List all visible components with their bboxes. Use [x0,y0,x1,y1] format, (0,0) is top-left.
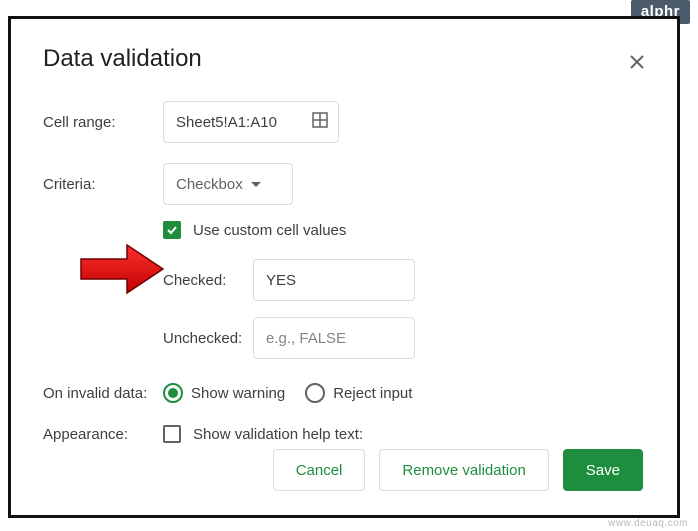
cell-range-row: Cell range: Sheet5!A1:A10 [43,101,643,143]
data-validation-dialog: Data validation Cell range: Sheet5!A1:A1… [8,16,680,518]
criteria-row: Criteria: Checkbox [43,163,643,205]
radio-reject-input[interactable]: Reject input [305,383,412,403]
close-button[interactable] [623,49,651,77]
annotation-arrow-icon [79,243,165,295]
dialog-footer: Cancel Remove validation Save [273,449,643,491]
appearance-label: Appearance: [43,426,163,443]
radio-show-warning-label: Show warning [191,385,285,402]
unchecked-input[interactable] [253,317,415,359]
radio-reject-input-label: Reject input [333,385,412,402]
unchecked-label: Unchecked: [163,330,253,347]
on-invalid-row: On invalid data: Show warning Reject inp… [43,383,643,403]
grid-select-icon[interactable] [312,112,328,132]
criteria-dropdown[interactable]: Checkbox [163,163,293,205]
criteria-label: Criteria: [43,176,163,193]
radio-icon [163,383,183,403]
close-icon [630,53,644,74]
checked-input[interactable] [253,259,415,301]
on-invalid-label: On invalid data: [43,385,163,402]
radio-icon [305,383,325,403]
use-custom-label: Use custom cell values [193,222,346,239]
cell-range-input[interactable]: Sheet5!A1:A10 [163,101,339,143]
use-custom-checkbox[interactable] [163,221,181,239]
radio-show-warning[interactable]: Show warning [163,383,285,403]
cancel-button[interactable]: Cancel [273,449,366,491]
cell-range-label: Cell range: [43,114,163,131]
watermark: www.deuaq.com [608,518,688,529]
appearance-checkbox[interactable] [163,425,181,443]
save-button[interactable]: Save [563,449,643,491]
criteria-value: Checkbox [176,176,243,193]
unchecked-row: Unchecked: [163,317,643,359]
dialog-title: Data validation [43,45,643,73]
appearance-row: Appearance: Show validation help text: [43,425,643,443]
remove-validation-button[interactable]: Remove validation [379,449,548,491]
appearance-checkbox-label: Show validation help text: [193,426,363,443]
use-custom-row: Use custom cell values [163,221,643,239]
cell-range-value: Sheet5!A1:A10 [176,114,277,131]
checked-row: Checked: [163,259,643,301]
checked-label: Checked: [163,272,253,289]
chevron-down-icon [251,182,261,187]
